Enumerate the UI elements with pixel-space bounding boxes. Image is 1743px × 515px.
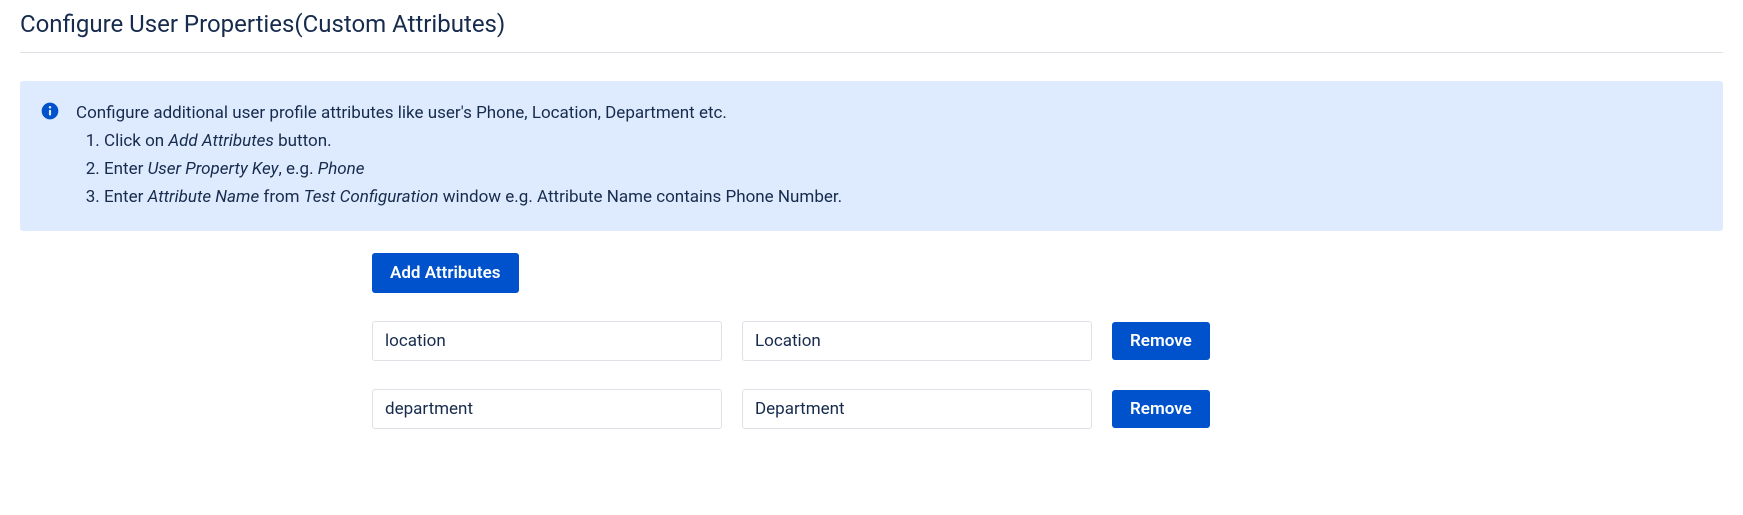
info-content: Configure additional user profile attrib…: [76, 99, 842, 211]
info-icon: [40, 101, 60, 121]
page-title: Configure User Properties(Custom Attribu…: [20, 0, 1723, 53]
property-key-input[interactable]: [372, 389, 722, 429]
info-step-3: Enter Attribute Name from Test Configura…: [104, 183, 842, 211]
add-attributes-button[interactable]: Add Attributes: [372, 253, 519, 293]
property-key-input[interactable]: [372, 321, 722, 361]
attribute-row: Remove: [372, 321, 1723, 361]
attribute-rows: Remove Remove: [372, 321, 1723, 429]
info-step-1: Click on Add Attributes button.: [104, 127, 842, 155]
info-steps-list: Click on Add Attributes button. Enter Us…: [104, 127, 842, 211]
attribute-name-input[interactable]: [742, 389, 1092, 429]
attribute-name-input[interactable]: [742, 321, 1092, 361]
remove-button[interactable]: Remove: [1112, 322, 1210, 360]
info-step-2: Enter User Property Key, e.g. Phone: [104, 155, 842, 183]
attribute-row: Remove: [372, 389, 1723, 429]
info-intro: Configure additional user profile attrib…: [76, 99, 842, 127]
attributes-form: Add Attributes Remove Remove: [372, 253, 1723, 429]
remove-button[interactable]: Remove: [1112, 390, 1210, 428]
info-panel: Configure additional user profile attrib…: [20, 81, 1723, 231]
